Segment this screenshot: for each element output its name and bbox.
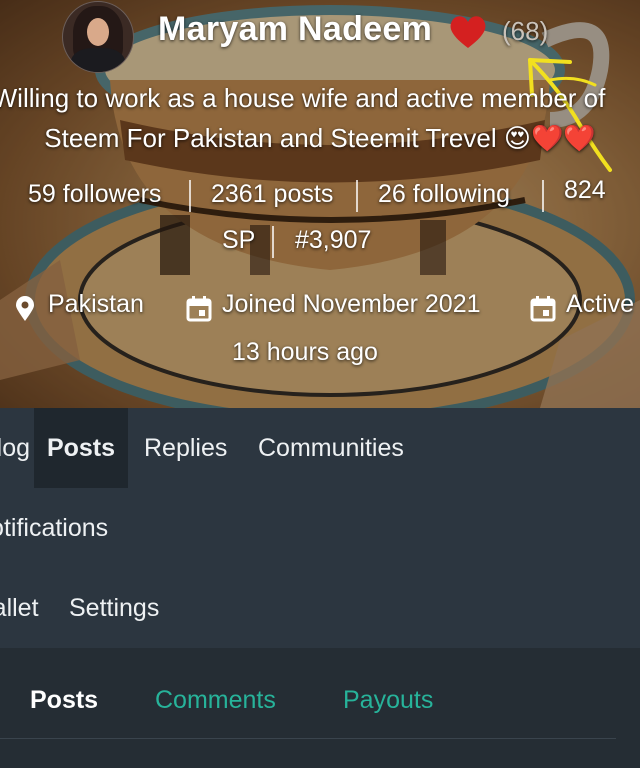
reputation-score: (68): [502, 16, 549, 46]
tab-replies[interactable]: Replies: [144, 434, 227, 463]
profile-cover: Maryam Nadeem (68) Willing to work as a …: [0, 0, 640, 408]
profile-meta: Pakistan Joined November 2021 Active 13 …: [0, 290, 640, 366]
location-text: Pakistan: [48, 290, 144, 318]
subtab-payouts[interactable]: Payouts: [343, 686, 433, 715]
active-time: 13 hours ago: [232, 338, 378, 366]
subtab-comments[interactable]: Comments: [155, 686, 276, 715]
steem-power-label: SP: [222, 226, 256, 254]
posts-count[interactable]: 2361 posts: [211, 180, 333, 209]
stat-divider: [272, 226, 274, 258]
profile-about: Willing to work as a house wife and acti…: [0, 78, 640, 158]
divider: [0, 738, 616, 739]
tab-posts[interactable]: Posts: [34, 408, 128, 488]
heart-icon: [450, 16, 486, 48]
followers-count[interactable]: 59 followers: [28, 180, 161, 209]
following-count[interactable]: 26 following: [378, 180, 510, 209]
content-subnav: Posts Comments Payouts: [0, 648, 640, 768]
joined-date: Joined November 2021: [222, 290, 481, 318]
stat-divider: [542, 180, 544, 212]
subtab-posts[interactable]: Posts: [30, 686, 98, 715]
tab-notifications[interactable]: Notifications: [0, 514, 108, 543]
emoji-icons: 😍❤️❤️: [503, 123, 596, 153]
about-line-2: Steem For Pakistan and Steemit Trevel 😍❤…: [44, 123, 596, 153]
avatar[interactable]: [62, 1, 134, 73]
tab-wallet[interactable]: Wallet: [0, 594, 39, 623]
profile-stats: 59 followers 2361 posts 26 following 824…: [0, 176, 640, 258]
tab-settings[interactable]: Settings: [69, 594, 159, 623]
calendar-icon: [186, 296, 212, 322]
location-pin-icon: [16, 296, 34, 321]
tab-blog[interactable]: Blog: [0, 434, 30, 463]
calendar-icon: [530, 296, 556, 322]
rank-value: #3,907: [295, 226, 372, 254]
about-line-1: Willing to work as a house wife and acti…: [0, 83, 606, 113]
profile-name: Maryam Nadeem: [158, 10, 433, 48]
stat-divider: [356, 180, 358, 212]
tab-communities[interactable]: Communities: [258, 434, 404, 463]
profile-nav: Blog Posts Replies Communities Notificat…: [0, 408, 640, 648]
active-label: Active: [566, 290, 635, 318]
steem-power-value: 824: [564, 176, 606, 204]
stat-divider: [189, 180, 191, 212]
